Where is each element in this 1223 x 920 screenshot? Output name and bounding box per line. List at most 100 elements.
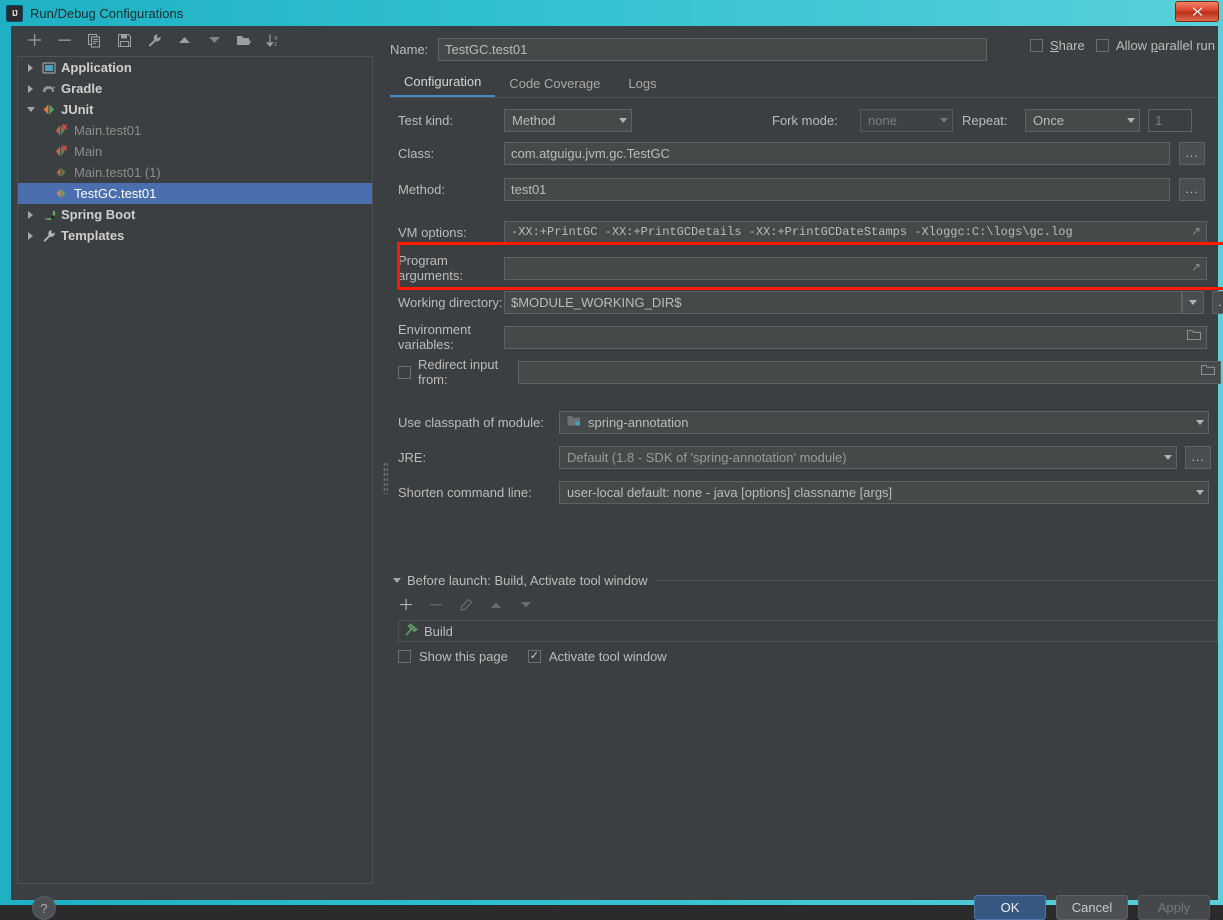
class-browse-button[interactable]: ... <box>1179 141 1205 165</box>
header-divider <box>655 580 1218 581</box>
allow-parallel-run-option[interactable]: Allow parallel run <box>1096 38 1215 53</box>
tree-item-label: Spring Boot <box>61 207 136 222</box>
tree-item-spring-boot[interactable]: Spring Boot <box>18 204 372 225</box>
jre-browse-button[interactable]: ... <box>1185 445 1211 469</box>
tab-code-coverage[interactable]: Code Coverage <box>495 72 614 97</box>
name-input[interactable] <box>438 38 987 61</box>
chevron-right-icon[interactable] <box>24 82 37 95</box>
name-row: Name: <box>390 38 987 61</box>
tree-item-label: Templates <box>61 228 125 243</box>
activate-tool-window-checkbox[interactable]: ✓ <box>527 650 541 663</box>
chevron-down-icon[interactable] <box>24 103 37 116</box>
move-task-up-button[interactable] <box>488 597 504 613</box>
test-kind-select[interactable]: Method <box>504 108 632 132</box>
jre-label: JRE: <box>398 449 427 465</box>
program-arguments-row: Program arguments: ↗ <box>398 253 1207 283</box>
editor-tabs: Configuration Code Coverage Logs <box>390 70 1218 98</box>
repeat-count-input[interactable] <box>1148 108 1192 132</box>
move-up-button[interactable] <box>174 30 194 50</box>
panel-splitter[interactable] <box>381 456 390 500</box>
classpath-module-select[interactable]: spring-annotation <box>559 410 1209 434</box>
before-launch-task-list[interactable]: Build <box>398 620 1218 642</box>
configurations-tree[interactable]: Application Gradle JUnit Main.test01 Mai… <box>17 56 373 884</box>
repeat-select[interactable]: Once <box>1025 108 1140 132</box>
edit-templates-button[interactable] <box>144 30 164 50</box>
tree-item-testgc-test01[interactable]: TestGC.test01 <box>18 183 372 204</box>
tab-logs[interactable]: Logs <box>614 72 670 97</box>
tree-item-label: TestGC.test01 <box>74 186 157 201</box>
tree-item-main[interactable]: Main <box>18 141 372 162</box>
shorten-command-line-label: Shorten command line: <box>398 484 532 500</box>
before-launch-header[interactable]: Before launch: Build, Activate tool wind… <box>390 573 1218 588</box>
environment-variables-input[interactable] <box>504 325 1207 349</box>
tree-item-gradle[interactable]: Gradle <box>18 78 372 99</box>
save-configuration-button[interactable] <box>114 30 134 50</box>
window-title: Run/Debug Configurations <box>30 5 184 21</box>
tree-item-main-test01[interactable]: Main.test01 <box>18 120 372 141</box>
test-kind-row: Test kind: Method <box>398 108 632 132</box>
shorten-command-line-select[interactable]: user-local default: none - java [options… <box>559 480 1209 504</box>
sort-configurations-button[interactable]: a z <box>264 30 284 50</box>
shorten-command-line-value: user-local default: none - java [options… <box>567 484 893 500</box>
move-down-button[interactable] <box>204 30 224 50</box>
working-directory-history-button[interactable] <box>1182 290 1204 314</box>
allow-parallel-run-label: Allow parallel run <box>1116 38 1216 53</box>
share-checkbox[interactable] <box>1030 39 1043 52</box>
cancel-button[interactable]: Cancel <box>1056 895 1128 920</box>
application-icon <box>41 60 57 76</box>
arrow-down-icon <box>208 37 220 43</box>
chevron-down-icon[interactable] <box>390 574 403 587</box>
tree-item-application[interactable]: Application <box>18 57 372 78</box>
working-directory-input[interactable] <box>504 290 1182 314</box>
tree-item-main-test01-1[interactable]: Main.test01 (1) <box>18 162 372 183</box>
show-this-page-checkbox[interactable] <box>398 650 411 663</box>
copy-configuration-button[interactable] <box>84 30 104 50</box>
tab-configuration[interactable]: Configuration <box>390 70 496 97</box>
title-bar: IJ Run/Debug Configurations <box>0 0 1223 26</box>
redirect-input-checkbox[interactable] <box>398 365 411 379</box>
environment-variables-browse-icon[interactable] <box>1187 329 1201 341</box>
tree-item-templates[interactable]: Templates <box>18 225 372 246</box>
edit-task-button[interactable] <box>458 597 474 613</box>
chevron-right-icon[interactable] <box>24 229 37 242</box>
allow-parallel-run-checkbox[interactable] <box>1096 39 1109 52</box>
environment-variables-label: Environment variables: <box>398 322 471 352</box>
program-arguments-input[interactable] <box>504 256 1207 280</box>
before-launch-task-item[interactable]: Build <box>404 623 453 639</box>
method-input[interactable] <box>504 177 1170 201</box>
fork-mode-value: none <box>868 112 897 128</box>
apply-button[interactable]: Apply <box>1138 895 1210 920</box>
jre-select[interactable]: Default (1.8 - SDK of 'spring-annotation… <box>559 445 1177 469</box>
vm-options-input[interactable] <box>504 220 1207 244</box>
jre-row: JRE: Default (1.8 - SDK of 'spring-annot… <box>398 445 1211 469</box>
vm-options-expand-icon[interactable]: ↗ <box>1191 224 1201 238</box>
move-task-down-button[interactable] <box>518 597 534 613</box>
remove-configuration-button[interactable] <box>54 30 74 50</box>
create-folder-button[interactable] <box>234 30 254 50</box>
close-window-button[interactable] <box>1175 1 1219 22</box>
program-arguments-expand-icon[interactable]: ↗ <box>1191 260 1201 274</box>
redirect-input-browse-icon[interactable] <box>1201 364 1215 376</box>
redirect-input-field[interactable] <box>518 360 1221 384</box>
chevron-right-icon[interactable] <box>24 61 37 74</box>
run-debug-configurations-dialog: a z Application Gradle JUnit Main.test01… <box>11 26 1223 920</box>
working-directory-browse-button[interactable]: ... <box>1212 290 1223 314</box>
share-option[interactable]: Share <box>1030 38 1085 53</box>
repeat-row: Repeat: Once <box>962 108 1192 132</box>
ok-button[interactable]: OK <box>974 895 1046 920</box>
add-configuration-button[interactable] <box>24 30 44 50</box>
chevron-right-icon[interactable] <box>24 208 37 221</box>
chevron-down-icon <box>1189 299 1197 305</box>
environment-variables-row: Environment variables: <box>398 322 1207 352</box>
class-input[interactable] <box>504 141 1170 165</box>
tree-item-junit[interactable]: JUnit <box>18 99 372 120</box>
show-this-page-label: Show this page <box>419 649 508 664</box>
method-browse-button[interactable]: ... <box>1179 177 1205 201</box>
fork-mode-select[interactable]: none <box>860 108 953 132</box>
remove-task-button[interactable] <box>428 597 444 613</box>
name-label: Name: <box>390 42 429 57</box>
help-button[interactable]: ? <box>32 896 56 920</box>
redirect-input-row: Redirect input from: <box>398 357 1221 387</box>
add-task-button[interactable] <box>398 597 414 613</box>
classpath-module-row: Use classpath of module: spring-annotati… <box>398 410 1209 434</box>
